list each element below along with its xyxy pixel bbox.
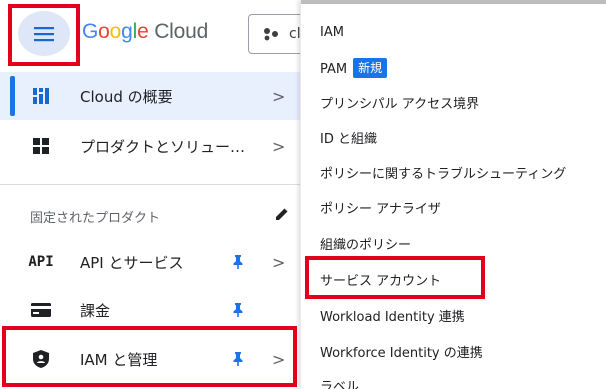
api-icon: API <box>28 251 54 273</box>
project-name: cl <box>289 26 301 42</box>
nav-item-label: Cloud の概要 <box>80 87 173 106</box>
submenu-item-policy-analyzer[interactable]: ポリシー アナライザ <box>320 198 441 217</box>
billing-icon <box>30 299 52 321</box>
iam-admin-highlight <box>2 326 297 387</box>
nav-item-label: 課金 <box>80 301 111 320</box>
grid-icon <box>30 135 52 157</box>
submenu-item-pam[interactable]: PAM 新規 <box>320 58 388 78</box>
menu-button-highlight <box>8 4 80 66</box>
submenu-item-label: ポリシーに関するトラブルシューティング <box>320 167 567 182</box>
submenu-item-iam[interactable]: IAM <box>320 25 344 40</box>
submenu-item-workload-identity[interactable]: Workload Identity 連携 <box>320 306 465 325</box>
project-selector[interactable]: cl <box>248 14 308 54</box>
nav-item-api-services[interactable]: API API とサービス > <box>0 240 300 284</box>
submenu-item-identity-organization[interactable]: ID と組織 <box>320 128 377 147</box>
dashboard-icon <box>30 85 52 107</box>
submenu-item-labels[interactable]: ラベル <box>320 376 359 389</box>
left-navigation: Google Cloud cl Cloud の概要 > プロダクトとソリュー… … <box>0 0 308 389</box>
nav-item-products[interactable]: プロダクトとソリュー… > <box>0 122 300 170</box>
submenu-item-label: 組織のポリシー <box>320 238 412 253</box>
submenu-item-label: ラベル <box>320 380 360 389</box>
iam-submenu: IAM PAM 新規 プリンシパル アクセス境界 ID と組織 ポリシーに関するト… <box>300 0 606 389</box>
project-icon <box>264 28 278 41</box>
submenu-item-label: プリンシパル アクセス境界 <box>320 97 480 112</box>
chevron-right-icon: > <box>272 86 286 106</box>
logo-google: Google <box>82 20 149 43</box>
nav-item-cloud-overview[interactable]: Cloud の概要 > <box>0 72 300 120</box>
top-edge <box>301 0 606 4</box>
submenu-item-label: IAM <box>320 25 344 40</box>
edit-pencil-icon[interactable] <box>274 206 290 226</box>
chevron-right-icon: > <box>272 252 286 272</box>
logo-cloud: Cloud <box>154 20 209 43</box>
header: Google Cloud cl <box>0 0 308 72</box>
service-accounts-highlight <box>305 256 485 299</box>
submenu-item-label: PAM <box>320 62 348 77</box>
submenu-item-policy-troubleshooter[interactable]: ポリシーに関するトラブルシューティング <box>320 163 566 182</box>
nav-item-label: API とサービス <box>80 253 184 272</box>
submenu-item-label: Workforce Identity の連携 <box>320 346 483 361</box>
submenu-item-label: Workload Identity 連携 <box>320 310 465 325</box>
divider <box>0 184 300 185</box>
nav-item-label: プロダクトとソリュー… <box>80 137 246 156</box>
google-cloud-logo[interactable]: Google Cloud <box>82 20 208 44</box>
pin-icon[interactable] <box>229 253 247 271</box>
submenu-item-workforce-identity[interactable]: Workforce Identity の連携 <box>320 342 483 361</box>
submenu-item-label: ポリシー アナライザ <box>320 202 441 217</box>
active-indicator <box>10 76 15 116</box>
submenu-item-principal-access-boundary[interactable]: プリンシパル アクセス境界 <box>320 93 479 112</box>
chevron-right-icon: > <box>272 136 286 156</box>
pin-icon[interactable] <box>229 301 247 319</box>
submenu-item-organization-policies[interactable]: 組織のポリシー <box>320 234 411 253</box>
api-icon-text: API <box>28 254 54 270</box>
submenu-item-label: ID と組織 <box>320 132 377 147</box>
new-badge: 新規 <box>353 58 388 78</box>
pinned-products-title: 固定されたプロダクト <box>30 211 161 226</box>
